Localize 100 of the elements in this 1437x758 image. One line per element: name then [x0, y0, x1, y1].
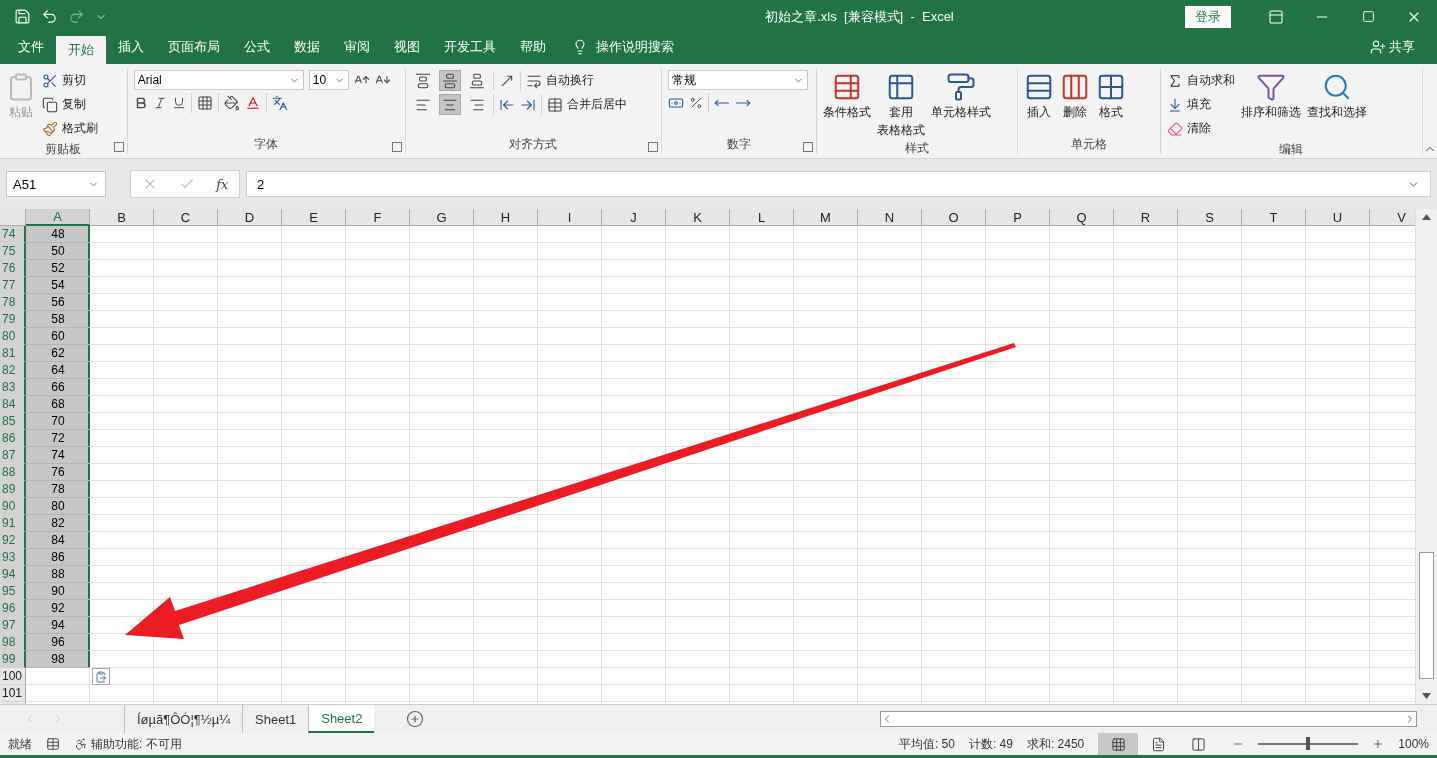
column-header[interactable]: P	[986, 209, 1050, 226]
column-header[interactable]: G	[410, 209, 474, 226]
row-header[interactable]: 76	[0, 260, 26, 277]
format-button[interactable]: 格式	[1095, 70, 1126, 134]
find-select-button[interactable]: 查找和选择	[1306, 70, 1367, 139]
tell-me-search[interactable]: 操作说明搜索	[596, 38, 674, 56]
row-header[interactable]: 81	[0, 345, 26, 362]
ribbon-tab[interactable]: 开始	[56, 36, 106, 64]
insert-button[interactable]: 插入	[1023, 70, 1054, 134]
view-button[interactable]	[1098, 733, 1139, 755]
phonetic-icon[interactable]	[271, 95, 288, 111]
italic-icon[interactable]	[152, 96, 167, 110]
underline-icon[interactable]	[171, 96, 186, 110]
clear-button[interactable]: 清除	[1166, 118, 1235, 139]
row-header[interactable]: 80	[0, 328, 26, 345]
column-header[interactable]: R	[1114, 209, 1178, 226]
scroll-up-icon[interactable]	[1422, 214, 1431, 220]
ribbon-display-icon[interactable]	[1268, 8, 1284, 25]
format-as-table-button[interactable]: 套用 表格格式	[877, 70, 926, 138]
add-sheet-icon[interactable]	[406, 710, 425, 728]
accessibility-status[interactable]: 辅助功能: 不可用	[74, 735, 182, 753]
maximize-icon[interactable]	[1361, 10, 1375, 23]
row-header[interactable]: 86	[0, 430, 26, 447]
row-header[interactable]: 77	[0, 277, 26, 294]
row-header[interactable]: 99	[0, 651, 26, 668]
column-header[interactable]: M	[794, 209, 858, 226]
row-header[interactable]: 92	[0, 532, 26, 549]
dialog-launcher-icon[interactable]	[113, 142, 124, 152]
column-header[interactable]: B	[90, 209, 154, 226]
fill-color-icon[interactable]	[223, 95, 240, 111]
dialog-launcher-icon[interactable]	[647, 142, 658, 152]
format-painter-button[interactable]: 格式刷	[42, 118, 98, 139]
borders-icon[interactable]	[196, 95, 213, 111]
save-icon[interactable]	[14, 8, 31, 25]
ribbon-tab[interactable]: 公式	[232, 33, 282, 61]
autosum-button[interactable]: 自动求和	[1166, 70, 1235, 91]
column-header[interactable]: U	[1306, 209, 1370, 226]
row-header[interactable]: 95	[0, 583, 26, 600]
conditional-format-button[interactable]: 条件格式	[823, 70, 872, 138]
delete-button[interactable]: 删除	[1059, 70, 1090, 134]
row-header[interactable]: 87	[0, 447, 26, 464]
ribbon-tab[interactable]: 帮助	[508, 33, 558, 61]
column-header[interactable]: F	[346, 209, 410, 226]
dialog-launcher-icon[interactable]	[803, 142, 814, 152]
row-header[interactable]: 100	[0, 668, 26, 685]
row-header[interactable]: 75	[0, 243, 26, 260]
zoom-level[interactable]: 100%	[1398, 737, 1429, 751]
cut-button[interactable]: 剪切	[42, 70, 98, 91]
currency-icon[interactable]	[667, 95, 684, 111]
fill-button[interactable]: 填充	[1166, 94, 1235, 115]
ribbon-tab[interactable]: 文件	[6, 33, 56, 61]
row-header[interactable]: 98	[0, 634, 26, 651]
row-header[interactable]: 96	[0, 600, 26, 617]
copy-button[interactable]: 复制	[42, 94, 98, 115]
formula-input[interactable]: 2	[246, 171, 1431, 197]
dialog-launcher-icon[interactable]	[392, 142, 403, 152]
column-header[interactable]: O	[922, 209, 986, 226]
row-header[interactable]: 97	[0, 617, 26, 634]
ribbon-tab[interactable]: 数据	[282, 33, 332, 61]
row-header[interactable]: 74	[0, 226, 26, 243]
merge-center-button[interactable]: 合并后居中	[547, 94, 628, 115]
ribbon-tab[interactable]: 视图	[382, 33, 432, 61]
row-header[interactable]: 89	[0, 481, 26, 498]
row-header[interactable]: 82	[0, 362, 26, 379]
column-header[interactable]: N	[858, 209, 922, 226]
ribbon-tab[interactable]: 页面布局	[156, 33, 232, 61]
number-format-field[interactable]: 常规	[667, 70, 808, 90]
top-align-icon[interactable]	[415, 72, 432, 89]
column-header[interactable]: V	[1370, 209, 1415, 226]
column-header[interactable]: S	[1178, 209, 1242, 226]
column-header[interactable]: J	[602, 209, 666, 226]
row-header[interactable]: 85	[0, 413, 26, 430]
ribbon-tab[interactable]: 审阅	[332, 33, 382, 61]
ribbon-tab[interactable]: 插入	[106, 33, 156, 61]
row-header[interactable]: 101	[0, 685, 26, 702]
column-header[interactable]: H	[474, 209, 538, 226]
row-header[interactable]: 91	[0, 515, 26, 532]
column-header[interactable]: E	[282, 209, 346, 226]
column-header[interactable]: D	[218, 209, 282, 226]
row-header[interactable]: 78	[0, 294, 26, 311]
ribbon-tab[interactable]: 开发工具	[432, 33, 508, 61]
row-header[interactable]: 94	[0, 566, 26, 583]
name-box[interactable]: A51	[6, 171, 106, 197]
font-size-field[interactable]: 10	[308, 70, 349, 90]
scrollbar-thumb[interactable]	[1419, 552, 1434, 679]
share-button[interactable]: 共享	[1370, 33, 1415, 61]
redo-icon[interactable]	[68, 8, 85, 25]
font-color-icon[interactable]	[244, 95, 261, 111]
column-header[interactable]: A	[26, 209, 90, 226]
wrap-text-button[interactable]: 自动换行	[526, 70, 595, 91]
column-header[interactable]: I	[538, 209, 602, 226]
row-header[interactable]: 93	[0, 549, 26, 566]
sort-filter-button[interactable]: 排序和筛选	[1240, 70, 1301, 139]
quick-analysis-button[interactable]	[92, 668, 110, 685]
percent-icon[interactable]	[688, 96, 703, 110]
row-header[interactable]: 90	[0, 498, 26, 515]
scroll-down-icon[interactable]	[1422, 693, 1431, 699]
font-name-field[interactable]: Arial	[133, 70, 304, 90]
macro-record-icon[interactable]	[46, 737, 60, 751]
bottom-align-icon[interactable]	[469, 72, 486, 89]
